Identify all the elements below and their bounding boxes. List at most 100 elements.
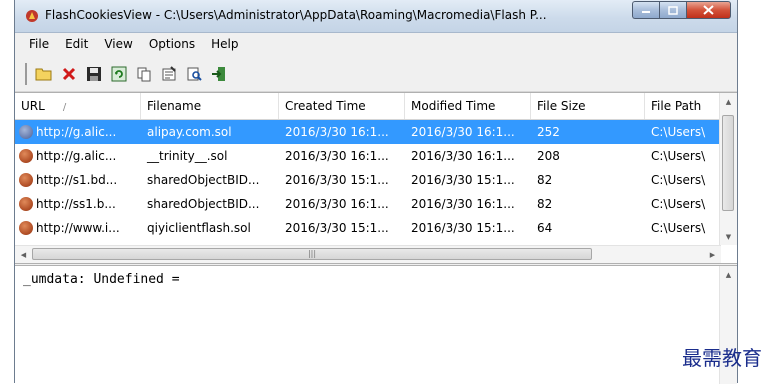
column-header-created-time[interactable]: Created Time <box>279 93 405 119</box>
list-horizontal-scroll-thumb[interactable]: ||| <box>32 248 592 260</box>
cell-created-time: 2016/3/30 15:1... <box>285 221 389 235</box>
copy-button[interactable] <box>133 63 155 85</box>
list-header: URL / Filename Created Time Modified Time… <box>15 93 721 120</box>
cell-filename: sharedObjectBID... <box>147 197 260 211</box>
cell-created-time: 2016/3/30 16:1... <box>285 149 389 163</box>
open-folder-button[interactable] <box>33 63 55 85</box>
cell-file-size: 252 <box>537 125 560 139</box>
list-vertical-scrollbar[interactable]: ▲ ▼ <box>719 93 737 245</box>
cell-file-path: C:\Users\ <box>651 125 706 139</box>
minimize-button[interactable] <box>632 1 659 19</box>
maximize-icon <box>668 5 678 15</box>
menu-edit[interactable]: Edit <box>57 37 96 51</box>
table-row[interactable]: http://s1.bd... sharedObjectBID... 2016/… <box>15 168 721 192</box>
save-icon <box>87 67 101 81</box>
cell-created-time: 2016/3/30 16:1... <box>285 125 389 139</box>
scroll-left-arrow-icon[interactable]: ◀ <box>15 246 32 263</box>
properties-icon <box>162 66 176 81</box>
delete-icon <box>62 67 76 81</box>
url-text: http://www.i... <box>36 221 120 235</box>
scroll-right-arrow-icon[interactable]: ▶ <box>704 246 721 263</box>
cell-file-size: 208 <box>537 149 560 163</box>
properties-button[interactable] <box>158 63 180 85</box>
watermark: 最需教育 <box>682 346 762 370</box>
column-header-url[interactable]: URL / <box>15 93 141 119</box>
app-window: FlashCookiesView - C:\Users\Administrato… <box>14 0 738 384</box>
exit-button[interactable] <box>208 63 230 85</box>
scroll-down-arrow-icon[interactable]: ▼ <box>720 228 737 245</box>
save-button[interactable] <box>83 63 105 85</box>
cell-filename: alipay.com.sol <box>147 125 232 139</box>
cell-created-time: 2016/3/30 15:1... <box>285 173 389 187</box>
url-text: http://g.alic... <box>36 125 117 139</box>
cell-file-size: 82 <box>537 173 553 187</box>
cell-modified-time: 2016/3/30 16:1... <box>411 125 515 139</box>
cell-modified-time: 2016/3/30 16:1... <box>411 197 515 211</box>
menu-help[interactable]: Help <box>203 37 246 51</box>
cell-file-path: C:\Users\ <box>651 197 706 211</box>
table-row[interactable]: http://g.alic... alipay.com.sol 2016/3/3… <box>15 120 721 144</box>
column-header-file-path[interactable]: File Path <box>645 93 721 119</box>
toolbar <box>15 57 737 92</box>
cookie-icon <box>19 173 33 187</box>
table-row[interactable]: http://g.alic... __trinity__.sol 2016/3/… <box>15 144 721 168</box>
toolbar-grip <box>25 63 27 85</box>
list-horizontal-scrollbar[interactable]: ◀ ||| ▶ <box>15 245 721 263</box>
cookies-list[interactable]: URL / Filename Created Time Modified Time… <box>15 92 737 264</box>
table-row[interactable]: http://ss1.b... sharedObjectBID... 2016/… <box>15 192 721 216</box>
menu-view[interactable]: View <box>96 37 140 51</box>
url-text: http://g.alic... <box>36 149 117 163</box>
cell-modified-time: 2016/3/30 16:1... <box>411 149 515 163</box>
find-button[interactable] <box>183 63 205 85</box>
details-pane[interactable]: _umdata: Undefined = ▲ <box>15 265 737 384</box>
table-row[interactable]: http://www.i... qiyiclientflash.sol 2016… <box>15 216 721 240</box>
cell-url: http://g.alic... <box>15 149 141 163</box>
title-bar[interactable]: FlashCookiesView - C:\Users\Administrato… <box>15 0 737 33</box>
cell-filename: __trinity__.sol <box>147 149 228 163</box>
cookie-icon <box>19 197 33 211</box>
scroll-up-arrow-icon[interactable]: ▲ <box>720 93 737 110</box>
list-rows: http://g.alic... alipay.com.sol 2016/3/3… <box>15 120 721 240</box>
cell-filename: sharedObjectBID... <box>147 173 260 187</box>
refresh-button[interactable] <box>108 63 130 85</box>
cell-file-size: 82 <box>537 197 553 211</box>
cell-file-size: 64 <box>537 221 553 235</box>
column-header-file-size[interactable]: File Size <box>531 93 645 119</box>
menu-bar: File Edit View Options Help <box>15 33 737 55</box>
column-header-modified-time[interactable]: Modified Time <box>405 93 531 119</box>
close-button[interactable] <box>686 1 731 19</box>
window-title: FlashCookiesView - C:\Users\Administrato… <box>45 8 547 22</box>
maximize-button[interactable] <box>659 1 686 19</box>
column-label: URL <box>21 99 45 113</box>
cell-file-path: C:\Users\ <box>651 149 706 163</box>
cell-filename: qiyiclientflash.sol <box>147 221 251 235</box>
find-icon <box>187 67 202 81</box>
copy-icon <box>137 67 151 82</box>
cell-created-time: 2016/3/30 16:1... <box>285 197 389 211</box>
cell-url: http://ss1.b... <box>15 197 141 211</box>
menu-file[interactable]: File <box>21 37 57 51</box>
url-text: http://ss1.b... <box>36 197 116 211</box>
url-text: http://s1.bd... <box>36 173 118 187</box>
details-scroll-up-arrow-icon[interactable]: ▲ <box>720 266 737 283</box>
details-text: _umdata: Undefined = <box>23 272 180 287</box>
list-vertical-scroll-thumb[interactable] <box>722 115 734 211</box>
menu-options[interactable]: Options <box>141 37 203 51</box>
exit-icon <box>212 67 225 81</box>
window-controls <box>632 1 731 21</box>
app-icon <box>26 10 38 22</box>
minimize-icon <box>642 11 650 13</box>
cookie-icon <box>19 149 33 163</box>
close-icon <box>703 5 714 15</box>
cell-url: http://g.alic... <box>15 125 141 139</box>
cookie-icon <box>19 125 33 139</box>
cell-file-path: C:\Users\ <box>651 173 706 187</box>
column-header-filename[interactable]: Filename <box>141 93 279 119</box>
cookie-icon <box>19 221 33 235</box>
cell-modified-time: 2016/3/30 15:1... <box>411 221 515 235</box>
delete-button[interactable] <box>58 63 80 85</box>
folder-open-icon <box>35 68 52 81</box>
cell-modified-time: 2016/3/30 15:1... <box>411 173 515 187</box>
cell-url: http://www.i... <box>15 221 141 235</box>
cell-url: http://s1.bd... <box>15 173 141 187</box>
